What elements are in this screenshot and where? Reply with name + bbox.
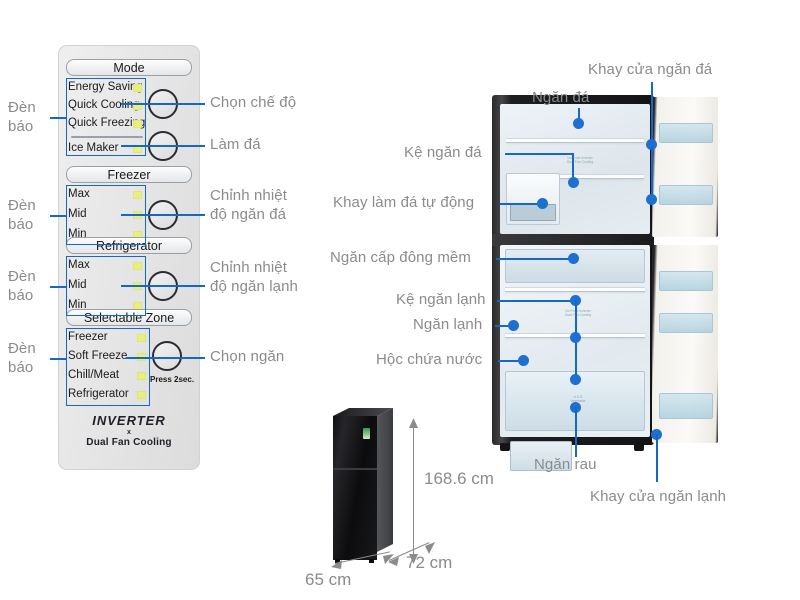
dot-khay-cua-ngan-da-2	[646, 194, 657, 205]
leader-den-bao-4	[50, 358, 67, 360]
brand-block: INVERTER x Dual Fan Cooling	[58, 413, 200, 448]
leader-ke-ngan-lanh	[497, 300, 574, 302]
leader-knob-ice	[121, 145, 205, 147]
label-khay-cua-ngan-da: Khay cửa ngăn đá	[588, 61, 713, 78]
leader-khay-cua-ngan-da	[651, 82, 653, 144]
knob-note-press-2sec: Press 2sec.	[150, 375, 195, 384]
ice-tray	[510, 204, 556, 221]
freezer-door	[652, 97, 718, 237]
thumb-door-split	[333, 468, 377, 470]
label-chon-che-do: Chọn chế độ	[210, 94, 297, 111]
label-den-bao-4: Đèn báo	[8, 340, 36, 376]
dot-ngan-cap-dong-mem	[568, 253, 579, 264]
leader-den-bao-2	[50, 215, 67, 217]
label-chinh-nhiet-do-ngan-da: Chỉnh nhiệt độ ngăn đá	[210, 187, 287, 223]
dot-hoc-chua-nuoc	[518, 355, 529, 366]
leader-den-bao-3	[50, 286, 67, 288]
label-den-bao-3: Đèn báo	[8, 268, 36, 304]
dim-height-text: 168.6 cm	[424, 469, 494, 488]
energy-label-sticker	[363, 428, 370, 439]
refrigerator-illustration: No Frost Inverter Dual Fan Cooling No Fr…	[492, 95, 720, 471]
leader-ngan-cap-dong-mem	[496, 258, 572, 260]
brand-x: x	[127, 429, 131, 436]
dot-ke-ngan-lanh-2	[570, 332, 581, 343]
label-ngan-lanh: Ngăn lạnh	[413, 316, 483, 333]
dot-ke-ngan-lanh-3	[570, 374, 581, 385]
freezer-door-bin-2	[659, 185, 713, 205]
interior-print-fridge: No Frost Inverter Dual Fan Cooling	[564, 309, 592, 317]
section-title-mode: Mode	[66, 59, 192, 76]
dot-ke-ngan-da	[568, 177, 579, 188]
diagram-canvas: Mode Energy Saving Quick Cooling Quick F…	[0, 0, 800, 600]
label-den-bao-1: Đèn báo	[8, 99, 36, 135]
label-ngan-da: Ngăn đá	[532, 89, 590, 106]
leader-khay-cua-ngan-lanh	[656, 434, 658, 482]
interior-print-freezer: No Frost Inverter Dual Fan Cooling	[566, 156, 594, 164]
leader-den-bao-1	[50, 117, 67, 119]
label-khay-cua-ngan-lanh: Khay cửa ngăn lạnh	[590, 488, 727, 505]
leader-khay-lam-da	[500, 203, 541, 205]
label-hoc-chua-nuoc: Hộc chứa nước	[376, 351, 483, 368]
fridge-door-bin-2	[659, 313, 713, 333]
leader-knob-zone	[126, 357, 205, 359]
leader-ke-ngan-da-h	[505, 153, 574, 155]
label-ngan-cap-dong-mem: Ngăn cấp đông mềm	[330, 249, 471, 266]
freezer-shelf-1	[506, 138, 644, 143]
dimension-thumbnail	[333, 408, 393, 563]
leader-knob-freezer-temp	[121, 214, 205, 216]
thumb-side-panel	[377, 408, 393, 552]
leader-knob-mode	[121, 103, 205, 105]
label-den-bao-2: Đèn báo	[8, 197, 36, 233]
leader-knob-fridge-temp	[121, 285, 205, 287]
label-ke-ngan-lanh: Kệ ngăn lạnh	[396, 291, 486, 308]
label-ke-ngan-da: Kệ ngăn đá	[404, 144, 482, 161]
brand-dual-fan-cooling: Dual Fan Cooling	[86, 437, 172, 448]
fridge-door-bin-1	[659, 271, 713, 291]
dim-width-text: 65 cm	[305, 570, 352, 589]
refrigerator-door	[652, 245, 718, 443]
section-title-freezer: Freezer	[66, 166, 192, 183]
leader-khay-cua-ngan-da-2	[651, 146, 653, 198]
label-chinh-nhiet-do-ngan-lanh: Chỉnh nhiệt độ ngăn lạnh	[210, 259, 298, 295]
fridge-leg-left	[500, 443, 510, 451]
label-lam-da: Làm đá	[210, 136, 261, 153]
label-khay-lam-da-tu-dong: Khay làm đá tự động	[333, 194, 475, 211]
knob-zone-select[interactable]	[152, 341, 182, 371]
fridge-leg-right	[634, 443, 644, 451]
thumb-front-door	[333, 416, 377, 560]
bracket-selectable-zone	[66, 328, 150, 406]
leader-ngan-rau	[575, 407, 577, 457]
auto-ice-maker-tray	[506, 173, 560, 225]
fridge-shelf-1	[505, 287, 645, 292]
dot-ngan-da	[573, 118, 584, 129]
label-chon-ngan: Chọn ngăn	[210, 348, 285, 365]
label-ngan-rau: Ngăn rau	[534, 456, 597, 473]
dot-khay-lam-da	[537, 198, 548, 209]
fridge-door-bin-3	[659, 393, 713, 419]
dim-depth-text: 72 cm	[406, 553, 453, 572]
freezer-door-bin-1	[659, 123, 713, 143]
dot-ngan-lanh	[508, 320, 519, 331]
brand-inverter: INVERTER	[92, 413, 166, 428]
